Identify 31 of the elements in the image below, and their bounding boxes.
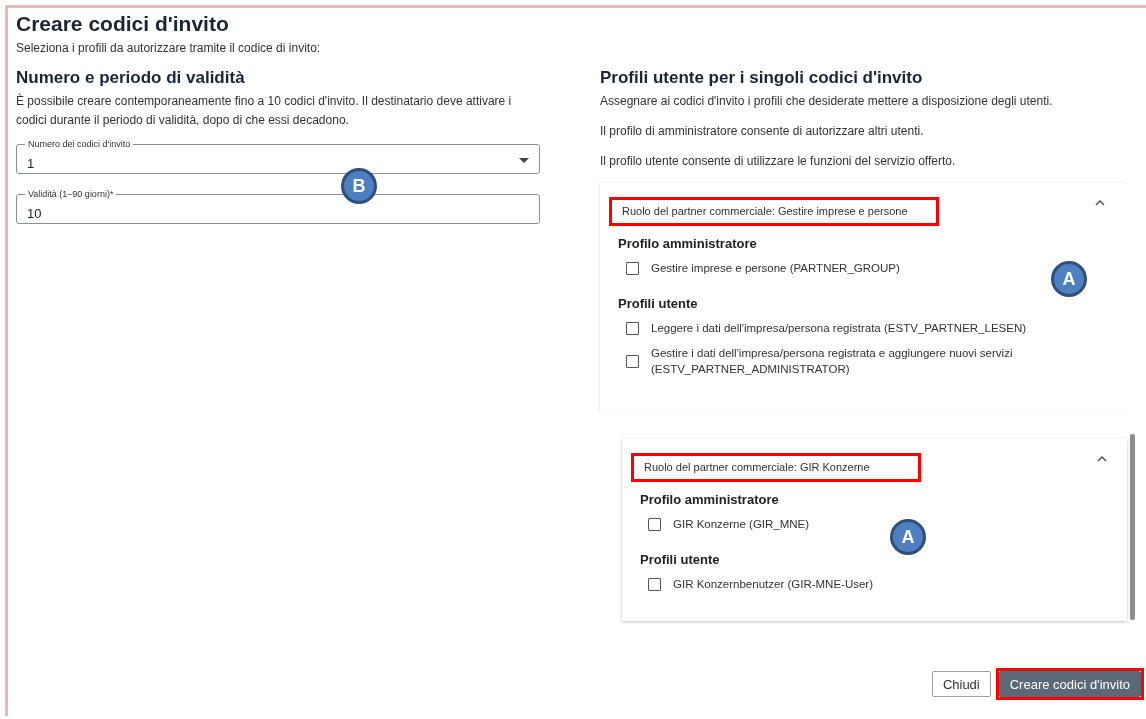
chevron-up-icon[interactable] bbox=[1097, 456, 1107, 462]
checkbox[interactable] bbox=[626, 321, 639, 335]
section-description: È possibile creare contemporaneamente fino a 10 codici d'invito. Il destinatario deve attivare i codici durante il periodo di validità, dopo di che essi decadono. bbox=[16, 92, 513, 129]
dropdown-arrow-icon bbox=[519, 158, 529, 163]
close-button[interactable]: Chiudi bbox=[931, 671, 991, 697]
info-text: Il profilo utente consente di utilizzare le funzioni del servizio offerto. bbox=[600, 153, 957, 170]
checkbox[interactable] bbox=[626, 261, 639, 275]
page-subtitle: Seleziona i profili da autorizzare tramite il codice di invito: bbox=[16, 41, 322, 55]
info-text: Il profilo di amministratore consente di autorizzare altri utenti. bbox=[600, 123, 925, 140]
chevron-up-icon[interactable] bbox=[1095, 200, 1105, 206]
checkbox-label: Gestire i dati dell'impresa/persona registrata e aggiungere nuovi servizi (ESTV_PARTNER_ADMINISTRATOR) bbox=[651, 346, 1014, 377]
group-heading: Profilo amministratore bbox=[618, 236, 758, 251]
group-heading: Profili utente bbox=[640, 552, 721, 567]
checkbox-label: GIR Konzerne (GIR_MNE) bbox=[673, 517, 810, 532]
checkbox-label: Leggere i dati dell'impresa/persona registrata (ESTV_PARTNER_LESEN) bbox=[651, 321, 1027, 336]
checkbox[interactable] bbox=[648, 517, 661, 531]
group-heading: Profilo amministratore bbox=[640, 492, 780, 507]
info-text: Assegnare ai codici d'invito i profili che desiderate mettere a disposizione degli utenti. bbox=[600, 93, 1054, 110]
create-button[interactable]: Creare codici d'invito bbox=[998, 671, 1141, 697]
callout-marker: B bbox=[341, 168, 377, 204]
section-heading: Numero e periodo di validità bbox=[16, 68, 246, 88]
scrollbar[interactable] bbox=[1130, 434, 1135, 620]
page-title: Creare codici d'invito bbox=[16, 12, 230, 36]
role-header[interactable]: Ruolo del partner commerciale: Gestire imprese e persone bbox=[609, 197, 939, 226]
checkbox[interactable] bbox=[648, 577, 661, 591]
checkbox-label: Gestire imprese e persone (PARTNER_GROUP) bbox=[651, 261, 900, 276]
checkbox[interactable] bbox=[626, 354, 639, 368]
group-heading: Profili utente bbox=[618, 296, 699, 311]
checkbox-label: GIR Konzernbenutzer (GIR-MNE-User) bbox=[673, 577, 874, 592]
section-heading: Profili utente per i singoli codici d'invito bbox=[600, 68, 924, 88]
role-header[interactable]: Ruolo del partner commerciale: GIR Konzerne bbox=[631, 453, 921, 482]
